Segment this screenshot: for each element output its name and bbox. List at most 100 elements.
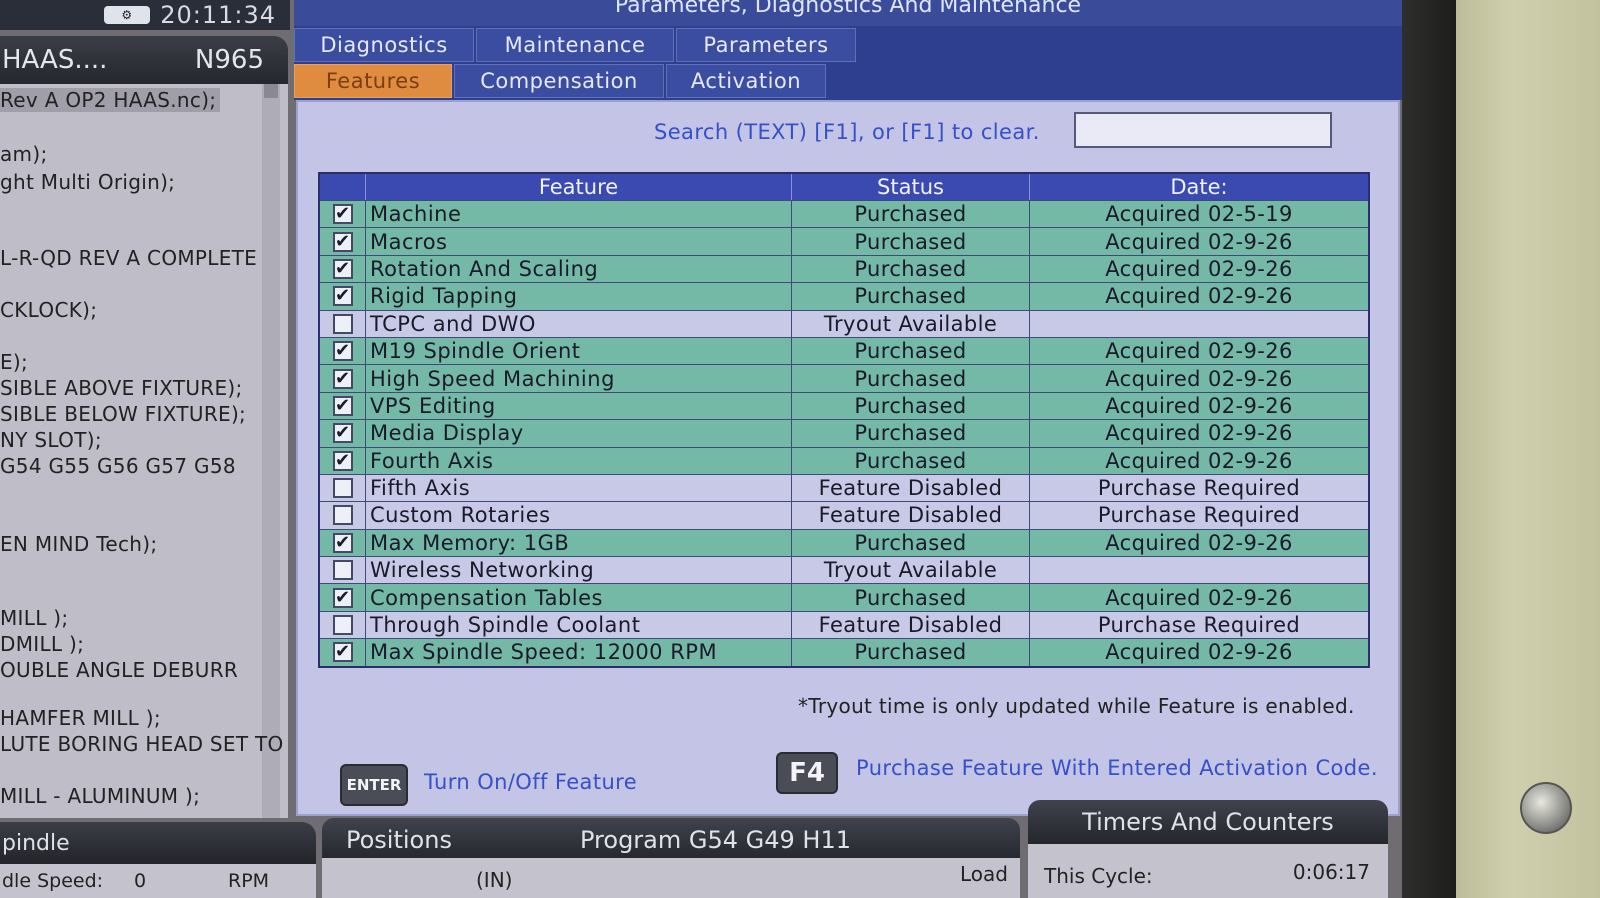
f4-key[interactable]: F4 — [776, 752, 838, 794]
program-line[interactable]: G54 G55 G56 G57 G58 — [0, 454, 236, 478]
feature-checkbox-cell[interactable]: ✔ — [320, 447, 366, 474]
feature-checkbox-cell[interactable]: ✔ — [320, 529, 366, 557]
status-icon: ⚙ — [104, 6, 151, 24]
feature-name: Through Spindle Coolant — [366, 611, 792, 639]
table-row[interactable]: ✔ Fourth Axis Purchased Acquired 02-9-26 — [320, 446, 1368, 474]
table-row[interactable]: ✔ High Speed Machining Purchased Acquired 0… — [320, 364, 1368, 392]
table-row[interactable]: ✔ M19 Spindle Orient Purchased Acquired 02-… — [320, 336, 1368, 365]
feature-checkbox-cell[interactable]: ✔ — [320, 255, 366, 283]
feature-checkbox-cell[interactable] — [320, 557, 366, 584]
f4-hint: Purchase Feature With Entered Activation… — [856, 756, 1378, 780]
header-date: Date: — [1170, 175, 1228, 199]
program-line[interactable]: LUTE BORING HEAD SET TO — [0, 732, 284, 756]
tab-diagnostics[interactable]: Diagnostics — [294, 28, 474, 62]
checked-checkbox[interactable]: ✔ — [332, 395, 353, 416]
program-line[interactable]: am); — [0, 142, 47, 166]
table-row[interactable]: ✔ Max Spindle Speed: 12000 RPM Purchased Ac… — [320, 638, 1368, 666]
checked-checkbox[interactable]: ✔ — [332, 368, 353, 389]
table-row[interactable]: Custom Rotaries Feature Disabled Purchase … — [320, 501, 1368, 529]
this-cycle-value: 0:06:17 — [1292, 860, 1370, 884]
tab-maintenance[interactable]: Maintenance — [476, 28, 674, 62]
program-line[interactable]: NY SLOT); — [0, 428, 102, 452]
checked-checkbox[interactable]: ✔ — [332, 642, 353, 663]
feature-checkbox-cell[interactable]: ✔ — [320, 228, 366, 255]
feature-checkbox-cell[interactable]: ✔ — [320, 420, 366, 447]
program-line-number: N965 — [194, 45, 264, 75]
program-line[interactable]: HAMFER MILL ); — [0, 706, 161, 730]
search-input[interactable] — [1074, 112, 1332, 148]
table-row[interactable]: Fifth Axis Feature Disabled Purchase Requi… — [320, 473, 1368, 502]
feature-checkbox-cell[interactable] — [320, 611, 366, 639]
checked-checkbox[interactable]: ✔ — [332, 231, 353, 252]
feature-checkbox-cell[interactable]: ✔ — [320, 584, 366, 611]
table-row[interactable]: Through Spindle Coolant Feature Disabled P… — [320, 610, 1368, 639]
feature-status: Purchased — [792, 584, 1030, 611]
unchecked-checkbox[interactable] — [332, 615, 353, 636]
checked-checkbox[interactable]: ✔ — [332, 258, 353, 279]
table-row[interactable]: ✔ Machine Purchased Acquired 02-5-19 — [320, 200, 1368, 228]
unchecked-checkbox[interactable] — [332, 478, 353, 499]
unchecked-checkbox[interactable] — [332, 313, 353, 334]
feature-checkbox-cell[interactable] — [320, 474, 366, 502]
table-row[interactable]: ✔ VPS Editing Purchased Acquired 02-9-26 — [320, 391, 1368, 420]
spindle-speed-label: dle Speed: — [2, 870, 104, 892]
feature-date: Purchase Required — [1097, 613, 1301, 638]
feature-checkbox-cell[interactable]: ✔ — [320, 283, 366, 310]
tryout-note: *Tryout time is only updated while Featu… — [798, 694, 1355, 718]
feature-date: Acquired 02-9-26 — [1105, 585, 1293, 610]
feature-date: Acquired 02-5-19 — [1105, 202, 1293, 227]
tab-bar: Diagnostics Maintenance Parameters Featu… — [294, 26, 1402, 100]
feature-checkbox-cell[interactable]: ✔ — [320, 337, 366, 365]
program-line[interactable]: EN MIND Tech); — [0, 532, 157, 556]
checked-checkbox[interactable]: ✔ — [332, 532, 353, 553]
timers-panel-header: Timers And Counters — [1028, 800, 1388, 844]
feature-checkbox-cell[interactable]: ✔ — [320, 201, 366, 228]
program-line[interactable]: Rev A OP2 HAAS.nc); — [0, 88, 221, 112]
enter-key[interactable]: ENTER — [340, 764, 408, 806]
program-line[interactable]: CKLOCK); — [0, 298, 97, 322]
table-row[interactable]: ✔ Rotation And Scaling Purchased Acquired 0… — [320, 254, 1368, 283]
program-line[interactable]: DMILL ); — [0, 632, 84, 656]
tab-parameters[interactable]: Parameters — [676, 28, 856, 62]
program-line[interactable]: MILL - ALUMINUM ); — [0, 784, 200, 808]
table-row[interactable]: ✔ Compensation Tables Purchased Acquired 02… — [320, 583, 1368, 611]
positions-title: Positions — [346, 826, 452, 854]
feature-date — [1030, 311, 1368, 337]
table-row[interactable]: Wireless Networking Tryout Available — [320, 556, 1368, 584]
tab-compensation[interactable]: Compensation — [454, 64, 664, 98]
program-line[interactable]: L-R-QD REV A COMPLETE — [0, 246, 257, 270]
checked-checkbox[interactable]: ✔ — [332, 450, 353, 471]
table-row[interactable]: ✔ Macros Purchased Acquired 02-9-26 — [320, 227, 1368, 255]
load-label: Load — [960, 862, 1008, 886]
feature-status: Purchased — [792, 201, 1030, 228]
program-line[interactable]: OUBLE ANGLE DEBURR — [0, 658, 238, 682]
table-row[interactable]: TCPC and DWO Tryout Available — [320, 309, 1368, 337]
unchecked-checkbox[interactable] — [332, 505, 353, 526]
feature-checkbox-cell[interactable]: ✔ — [320, 365, 366, 392]
feature-checkbox-cell[interactable] — [320, 502, 366, 529]
program-line[interactable]: ght Multi Origin); — [0, 170, 175, 194]
program-line[interactable]: SIBLE BELOW FIXTURE); — [0, 402, 246, 426]
feature-checkbox-cell[interactable]: ✔ — [320, 392, 366, 420]
tab-features[interactable]: Features — [294, 64, 452, 98]
tab-activation[interactable]: Activation — [666, 64, 826, 98]
scroll-thumb[interactable] — [264, 84, 278, 98]
checked-checkbox[interactable]: ✔ — [332, 587, 353, 608]
program-line[interactable]: MILL ); — [0, 606, 68, 630]
table-row[interactable]: ✔ Max Memory: 1GB Purchased Acquired 02-9-2… — [320, 528, 1368, 557]
checked-checkbox[interactable]: ✔ — [332, 423, 353, 444]
checked-checkbox[interactable]: ✔ — [332, 204, 353, 225]
checked-checkbox[interactable]: ✔ — [332, 341, 353, 362]
table-row[interactable]: ✔ Rigid Tapping Purchased Acquired 02-9-26 — [320, 282, 1368, 310]
program-line[interactable]: SIBLE ABOVE FIXTURE); — [0, 376, 243, 400]
checked-checkbox[interactable]: ✔ — [332, 286, 353, 307]
program-line[interactable]: E); — [0, 350, 28, 374]
feature-checkbox-cell[interactable] — [320, 310, 366, 337]
unchecked-checkbox[interactable] — [332, 560, 353, 581]
feature-checkbox-cell[interactable]: ✔ — [320, 639, 366, 666]
program-scrollbar[interactable] — [262, 84, 280, 818]
feature-name: VPS Editing — [366, 392, 792, 420]
feature-status: Purchased — [792, 639, 1030, 666]
program-listing[interactable]: Rev A OP2 HAAS.nc); am); ght Multi Origin)… — [0, 84, 288, 818]
table-row[interactable]: ✔ Media Display Purchased Acquired 02-9-26 — [320, 419, 1368, 447]
